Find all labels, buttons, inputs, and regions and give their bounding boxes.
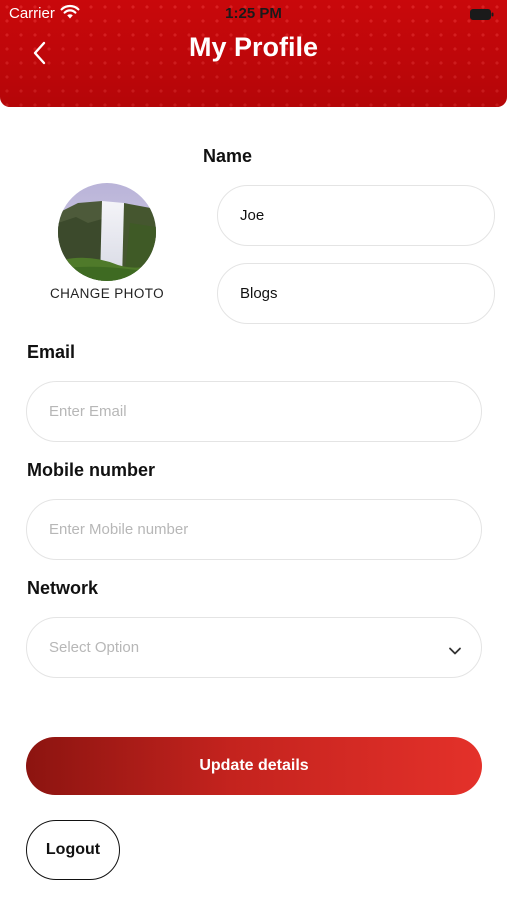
page-title: My Profile [188, 32, 319, 62]
network-label: Network [27, 578, 99, 598]
email-input[interactable] [49, 403, 481, 420]
last-name-field[interactable] [217, 263, 495, 324]
logout-button[interactable]: Logout [26, 820, 120, 880]
first-name-field[interactable] [217, 185, 495, 246]
status-bar: Carrier 1:25 PM [0, 0, 507, 28]
chevron-down-icon [447, 643, 463, 654]
network-select[interactable]: Select Option [26, 617, 482, 678]
update-details-button[interactable]: Update details [26, 737, 482, 795]
network-select-value: Select Option [49, 639, 140, 656]
last-name-input[interactable] [240, 285, 494, 302]
name-label: Name [203, 146, 253, 166]
email-label: Email [27, 342, 76, 362]
mobile-field[interactable] [26, 499, 482, 560]
first-name-input[interactable] [240, 207, 494, 224]
status-time: 1:25 PM [225, 5, 282, 22]
battery-icon [470, 7, 494, 20]
change-photo-button[interactable]: CHANGE PHOTO [40, 286, 174, 301]
avatar[interactable] [58, 183, 156, 281]
email-field[interactable] [26, 381, 482, 442]
mobile-input[interactable] [49, 521, 481, 538]
mobile-label: Mobile number [27, 460, 156, 480]
